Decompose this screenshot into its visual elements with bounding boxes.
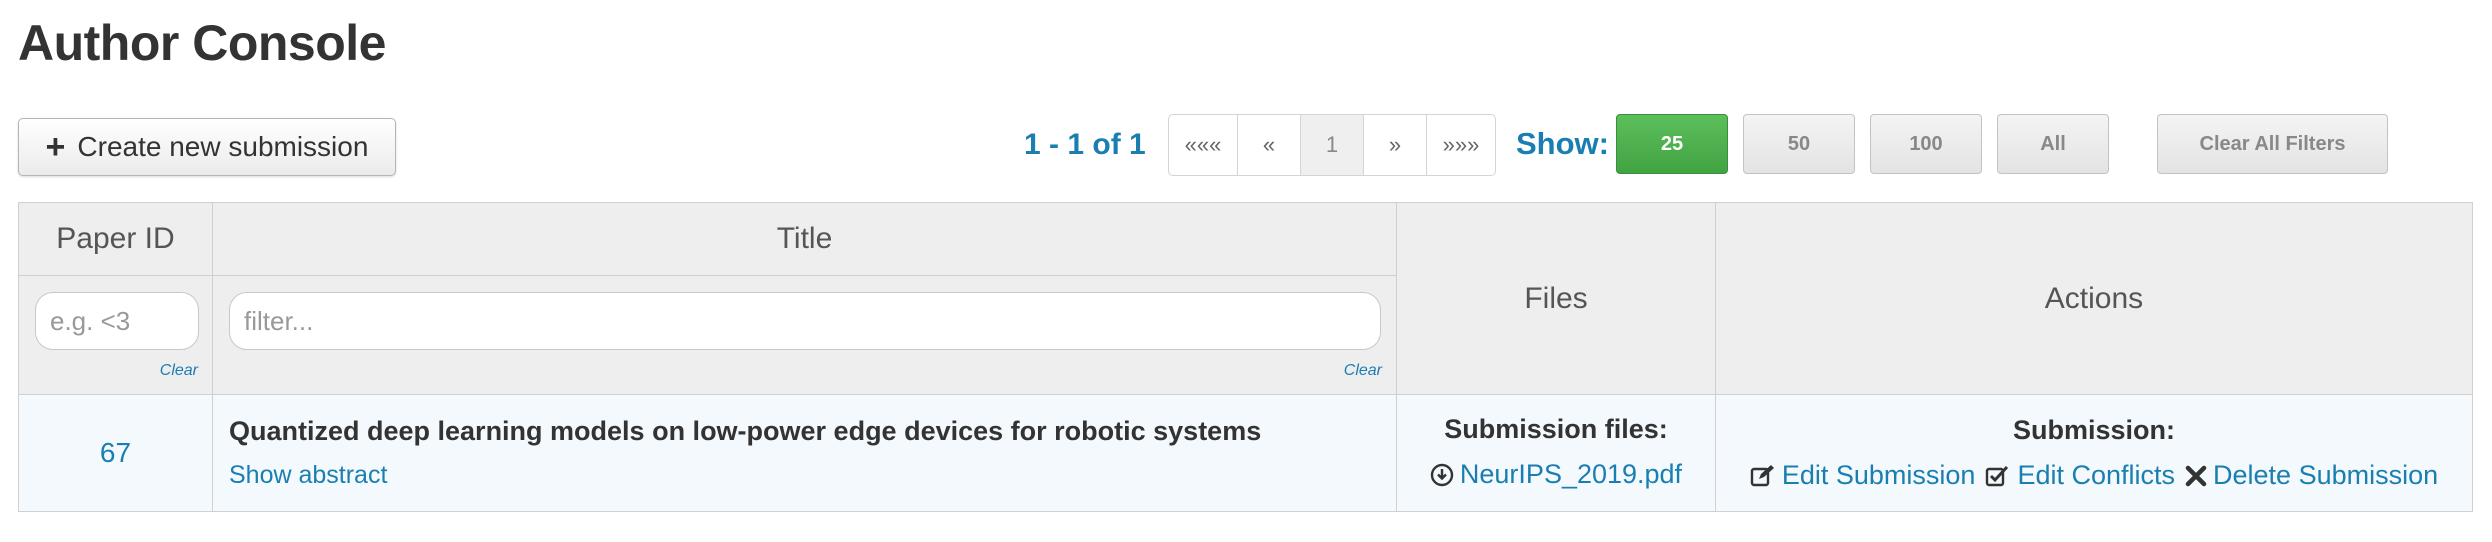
title-cell: Quantized deep learning models on low-po… [212, 394, 1397, 512]
clear-all-filters-button[interactable]: Clear All Filters [2157, 114, 2388, 174]
paper-id-filter-input[interactable] [35, 292, 199, 350]
show-abstract-link[interactable]: Show abstract [229, 461, 1396, 490]
show-all-button[interactable]: All [1997, 114, 2109, 174]
submission-files-heading: Submission files: [1444, 414, 1668, 445]
title-header[interactable]: Title [212, 202, 1397, 276]
times-icon [2185, 465, 2207, 487]
title-filter-input[interactable] [229, 292, 1381, 350]
next-page-button[interactable]: » [1363, 115, 1426, 175]
files-header: Files [1396, 202, 1716, 395]
plus-icon: + [45, 128, 66, 166]
edit-submission-link[interactable]: Edit Submission [1750, 460, 1976, 491]
table-row: 67 Quantized deep learning models on low… [18, 394, 2473, 512]
create-submission-button[interactable]: + Create new submission [18, 118, 396, 176]
prev-page-button[interactable]: « [1237, 115, 1300, 175]
paper-id-filter-cell: Clear [18, 275, 213, 395]
show-100-button[interactable]: 100 [1870, 114, 1982, 174]
page-1-button[interactable]: 1 [1300, 115, 1363, 175]
show-label: Show: [1516, 126, 1609, 161]
actions-cell: Submission: Edit Submission Edit Conflic… [1715, 394, 2473, 512]
title-filter-cell: Clear [212, 275, 1397, 395]
check-square-icon [1985, 464, 2011, 488]
pagination: ««« « 1 » »»» [1168, 114, 1496, 176]
title-clear-link[interactable]: Clear [1344, 362, 1382, 380]
delete-submission-label: Delete Submission [2213, 460, 2439, 490]
last-page-button[interactable]: »»» [1426, 115, 1495, 175]
delete-submission-link[interactable]: Delete Submission [2185, 460, 2438, 491]
show-25-button[interactable]: 25 [1616, 114, 1728, 174]
paper-id-value: 67 [18, 394, 213, 512]
create-submission-label: Create new submission [77, 131, 369, 162]
submissions-table: Paper ID Title Files Actions Clear Clear… [18, 202, 2473, 512]
actions-header: Actions [1715, 202, 2473, 395]
download-icon [1430, 463, 1454, 487]
page-title: Author Console [18, 15, 386, 71]
edit-icon [1750, 464, 1776, 488]
paper-id-header[interactable]: Paper ID [18, 202, 213, 276]
result-range: 1 - 1 of 1 [1024, 128, 1146, 161]
paper-title: Quantized deep learning models on low-po… [229, 416, 1262, 446]
edit-conflicts-label: Edit Conflicts [2017, 460, 2176, 490]
actions-heading: Submission: [2012, 415, 2175, 445]
edit-conflicts-link[interactable]: Edit Conflicts [1985, 460, 2175, 491]
files-cell: Submission files: NeurIPS_2019.pdf [1396, 394, 1716, 512]
first-page-button[interactable]: ««« [1169, 115, 1237, 175]
show-50-button[interactable]: 50 [1743, 114, 1855, 174]
file-download-link[interactable]: NeurIPS_2019.pdf [1430, 459, 1682, 490]
paper-id-clear-link[interactable]: Clear [160, 362, 198, 380]
file-name: NeurIPS_2019.pdf [1459, 459, 1683, 490]
edit-submission-label: Edit Submission [1781, 460, 1976, 490]
